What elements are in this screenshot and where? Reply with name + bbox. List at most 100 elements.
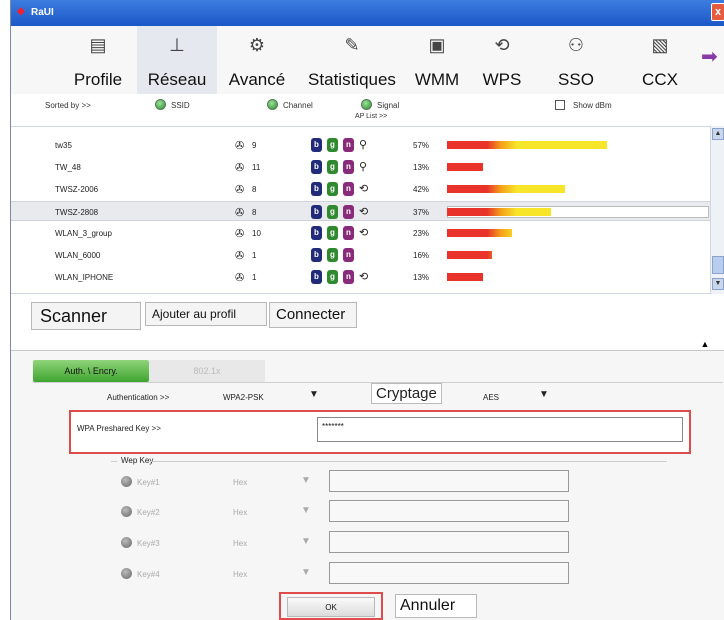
- wep-key3-dropdown-icon[interactable]: ▼: [301, 536, 311, 547]
- preshared-key-label: WPA Preshared Key >>: [77, 424, 161, 433]
- ap-row[interactable]: tw35 ✇ 9 b g n ⚲ 57%: [11, 135, 711, 155]
- toolbar-label: WPS: [482, 70, 522, 89]
- sort-channel-label: Channel: [283, 101, 313, 110]
- ap-list: tw35 ✇ 9 b g n ⚲ 57% TW_48 ✇ 11 b g n ⚲ 13% TWSZ-2006 ✇ 8 b…: [11, 126, 724, 294]
- toolbar-network[interactable]: ⊥ Réseau: [137, 26, 217, 94]
- ap-channel: 9: [252, 141, 257, 150]
- toolbar-label: SSO: [558, 70, 594, 89]
- channel-icon: ✇: [235, 184, 245, 196]
- mode-n-badge: n: [343, 270, 354, 284]
- mode-n-badge: n: [343, 248, 354, 262]
- wep-key2-radio[interactable]: [121, 506, 132, 517]
- authentication-select[interactable]: WPA2-PSK: [223, 393, 264, 402]
- close-button[interactable]: x: [711, 3, 724, 21]
- ap-row[interactable]: WLAN_6000 ✇ 1 b g n 16%: [11, 245, 711, 265]
- ccx-icon: ▧: [651, 35, 669, 55]
- toolbar-profile[interactable]: ▤ Profile: [61, 26, 135, 94]
- wep-key2-format[interactable]: Hex: [233, 508, 247, 517]
- ap-ssid: TWSZ-2808: [55, 208, 99, 217]
- wep-key4-radio[interactable]: [121, 568, 132, 579]
- ap-signal-percent: 13%: [413, 273, 430, 282]
- advanced-gear-icon: ⚙: [248, 35, 266, 55]
- channel-icon: ✇: [235, 140, 245, 152]
- add-profile-button[interactable]: Ajouter au profil: [145, 302, 267, 326]
- toolbar-advanced[interactable]: ⚙ Avancé: [219, 26, 295, 94]
- show-dbm-checkbox[interactable]: [555, 100, 565, 110]
- signal-bar: [447, 208, 551, 216]
- mode-b-badge: b: [311, 226, 322, 240]
- wep-key1-dropdown-icon[interactable]: ▼: [301, 475, 311, 486]
- wep-group-line: [111, 461, 117, 462]
- security-icon: ⟲: [359, 183, 369, 195]
- ap-signal-percent: 23%: [413, 229, 430, 238]
- toolbar-statistics[interactable]: ✎ Statistiques: [297, 26, 407, 94]
- wep-key4-format[interactable]: Hex: [233, 570, 247, 579]
- mode-n-badge: n: [343, 160, 354, 174]
- sort-signal-label: Signal: [377, 101, 400, 110]
- sort-channel-radio[interactable]: [267, 99, 278, 110]
- wep-key3-radio[interactable]: [121, 537, 132, 548]
- wep-key1-input[interactable]: [329, 470, 569, 492]
- sort-bar: Sorted by >> SSID Channel Signal AP List…: [11, 94, 724, 122]
- ok-button[interactable]: OK: [287, 597, 375, 617]
- toolbar-wmm[interactable]: ▣ WMM: [407, 26, 467, 94]
- ap-ssid: WLAN_6000: [55, 251, 101, 260]
- authentication-dropdown-icon[interactable]: ▼: [309, 389, 319, 400]
- cancel-button[interactable]: Annuler: [395, 594, 477, 618]
- toolbar-wps[interactable]: ⟲ WPS: [473, 26, 531, 94]
- preshared-key-input[interactable]: *******: [317, 417, 683, 442]
- mode-g-badge: g: [327, 248, 338, 262]
- mode-b-badge: b: [311, 138, 322, 152]
- wep-key1-format[interactable]: Hex: [233, 478, 247, 487]
- ap-row[interactable]: TW_48 ✇ 11 b g n ⚲ 13%: [11, 157, 711, 177]
- encryption-label: Cryptage: [371, 383, 442, 404]
- ap-signal-percent: 57%: [413, 141, 430, 150]
- profile-icon: ▤: [89, 35, 107, 55]
- wep-key4-input[interactable]: [329, 562, 569, 584]
- encryption-select[interactable]: AES: [483, 393, 499, 402]
- collapse-panel-icon[interactable]: ▲: [694, 339, 716, 349]
- toolbar-ccx[interactable]: ▧ CCX: [631, 26, 689, 94]
- encryption-dropdown-icon[interactable]: ▼: [539, 389, 549, 400]
- ap-row[interactable]: WLAN_IPHONE ✇ 1 b g n ⟲ 13%: [11, 267, 711, 287]
- ap-ssid: TW_48: [55, 163, 81, 172]
- app-logo-icon: ◆: [17, 6, 25, 17]
- security-icon: ⟲: [359, 227, 369, 239]
- connect-button[interactable]: Connecter: [269, 302, 357, 328]
- scan-button[interactable]: Scanner: [31, 302, 141, 330]
- ap-channel: 1: [252, 273, 257, 282]
- wep-key2-label: Key#2: [137, 508, 160, 517]
- mode-n-badge: n: [343, 182, 354, 196]
- wep-key2-dropdown-icon[interactable]: ▼: [301, 505, 311, 516]
- tab-8021x[interactable]: 802.1x: [149, 360, 265, 382]
- sort-ssid-radio[interactable]: [155, 99, 166, 110]
- security-icon: ⟲: [359, 271, 369, 283]
- ap-row[interactable]: TWSZ-2808 ✇ 8 b g n ⟲ 37%: [11, 201, 711, 221]
- signal-bar: [447, 273, 483, 281]
- ap-row[interactable]: TWSZ-2006 ✇ 8 b g n ⟲ 42%: [11, 179, 711, 199]
- wep-key1-radio[interactable]: [121, 476, 132, 487]
- channel-icon: ✇: [235, 228, 245, 240]
- scroll-thumb[interactable]: [712, 256, 724, 274]
- ap-channel: 1: [252, 251, 257, 260]
- wep-key3-input[interactable]: [329, 531, 569, 553]
- mode-b-badge: b: [311, 248, 322, 262]
- toolbar-label: CCX: [642, 70, 678, 89]
- wep-key4-dropdown-icon[interactable]: ▼: [301, 567, 311, 578]
- ap-channel: 10: [252, 229, 261, 238]
- security-icon: ⟲: [359, 206, 369, 218]
- wep-key3-format[interactable]: Hex: [233, 539, 247, 548]
- ap-row[interactable]: WLAN_3_group ✇ 10 b g n ⟲ 23%: [11, 223, 711, 243]
- sort-signal-radio[interactable]: [361, 99, 372, 110]
- ap-list-scrollbar[interactable]: ▲ ▼: [710, 126, 724, 294]
- scroll-up-icon[interactable]: ▲: [712, 128, 724, 140]
- wep-key2-input[interactable]: [329, 500, 569, 522]
- signal-bar: [447, 229, 512, 237]
- wep-group-line: [147, 461, 667, 462]
- toolbar-sso[interactable]: ⚇ SSO: [547, 26, 605, 94]
- scroll-down-icon[interactable]: ▼: [712, 278, 724, 290]
- network-icon: ⊥: [169, 35, 185, 55]
- tab-auth-encry[interactable]: Auth. \ Encry.: [33, 360, 149, 382]
- more-arrow-icon[interactable]: ➡: [701, 44, 718, 69]
- sorted-by-label: Sorted by >>: [45, 101, 91, 110]
